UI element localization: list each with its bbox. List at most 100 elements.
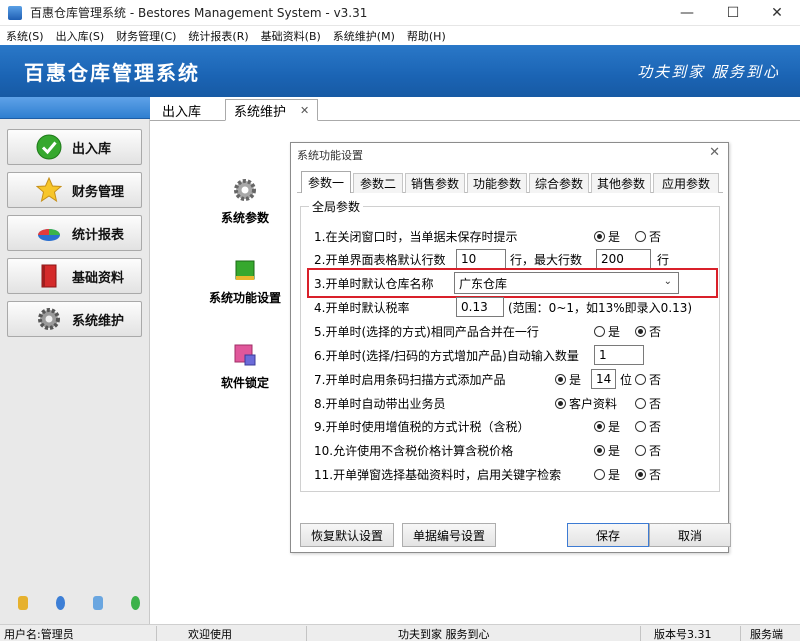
radio-label: 是 [608,443,621,458]
function-system-settings[interactable]: 系统功能设置 [200,257,290,306]
minimize-button[interactable]: — [664,0,710,26]
sidebar-item-label: 基础资料 [72,270,125,286]
maximize-button[interactable]: ☐ [710,0,756,26]
barcode-length-input[interactable]: 14 [591,369,616,389]
function-system-params[interactable]: 系统参数 [200,177,290,226]
tab-stock[interactable]: 出入库 [154,99,209,121]
option-6-label: 6.开单时(选择/扫码的方式增加产品)自动输入数量 [314,348,579,363]
status-bar: 用户名:管理员 欢迎使用 功夫到家 服务到心 版本号3.31 服务端 [0,624,800,641]
option-7-no-radio[interactable]: 否 [635,369,661,389]
tab-params-1[interactable]: 参数一 [301,171,351,193]
radio-label: 是 [608,324,621,339]
header-slogan: 功夫到家 服务到心 [637,63,780,81]
tab-close-icon[interactable]: ✕ [300,104,309,117]
tab-label: 出入库 [162,104,202,120]
radio-label: 否 [649,229,662,244]
option-10-yes-radio[interactable]: 是 [594,440,620,460]
option-11-no-radio[interactable]: 否 [635,464,661,484]
option-1-no-radio[interactable]: 否 [635,226,661,246]
radio-dot [555,397,566,409]
menu-basic-data[interactable]: 基础资料(B) [261,28,321,44]
option-10-label: 10.允许使用不含税价格计算含税价格 [314,443,514,458]
tab-sales-params[interactable]: 销售参数 [405,173,465,193]
monitor-icon[interactable] [93,596,103,610]
radio-label: 客户资料 [569,396,618,411]
option-7-yes-radio[interactable]: 是 [555,369,581,389]
settings-dialog: 系统功能设置 ✕ 参数一 参数二 销售参数 功能参数 综合参数 其他参数 应用参… [290,142,731,553]
status-welcome: 欢迎使用 [188,628,232,641]
default-warehouse-select[interactable]: 广东仓库 ⌄ [454,272,679,294]
radio-dot [594,325,605,337]
menu-help[interactable]: 帮助(H) [407,28,446,44]
clock-icon[interactable] [55,596,65,610]
tab-app-params[interactable]: 应用参数 [653,173,719,193]
option-9-no-radio[interactable]: 否 [635,416,661,436]
option-9-label: 9.开单时使用增值税的方式计税（含税） [314,419,530,434]
main-tab-strip: 出入库 系统维护 ✕ [150,97,800,121]
option-10-no-radio[interactable]: 否 [635,440,661,460]
close-button[interactable]: ✕ [754,0,800,26]
option-8-no-radio[interactable]: 否 [635,393,661,413]
option-5-no-radio[interactable]: 否 [635,321,661,341]
auto-quantity-input[interactable]: 1 [594,345,644,365]
default-rows-input[interactable]: 10 [456,249,506,269]
sidebar-item-basic-data[interactable]: 基础资料 [7,258,142,294]
app-icon [8,5,22,20]
cancel-button[interactable]: 取消 [649,523,731,547]
status-separator [306,626,307,641]
max-rows-input[interactable]: 200 [596,249,651,269]
function-label: 系统参数 [220,211,269,225]
lock-app-icon [232,342,258,368]
option-1-yes-radio[interactable]: 是 [594,226,620,246]
tab-other-params[interactable]: 其他参数 [591,173,651,193]
numbering-settings-button[interactable]: 单据编号设置 [402,523,496,547]
dialog-title: 系统功能设置 [297,149,363,162]
option-9-yes-radio[interactable]: 是 [594,416,620,436]
radio-label: 否 [649,372,662,387]
restore-defaults-button[interactable]: 恢复默认设置 [300,523,394,547]
menu-stock[interactable]: 出入库(S) [56,28,105,44]
status-version: 版本号3.31 [654,628,712,641]
sidebar-item-finance[interactable]: 财务管理 [7,172,142,208]
tab-maintenance[interactable]: 系统维护 ✕ [225,99,319,121]
radio-dot [594,444,605,456]
sidebar-item-maintenance[interactable]: 系统维护 [7,301,142,337]
dialog-close-icon[interactable]: ✕ [709,145,720,160]
pencil-icon[interactable] [18,596,28,610]
sidebar-item-stock[interactable]: 出入库 [7,129,142,165]
function-software-lock[interactable]: 软件锁定 [200,342,290,391]
window-title: 百惠仓库管理系统 - Bestores Management System - … [30,6,368,20]
tax-rate-input[interactable]: 0.13 [456,297,504,317]
option-3-label: 3.开单时默认仓库名称 [314,276,434,291]
radio-label: 否 [649,467,662,482]
tab-params-2[interactable]: 参数二 [353,173,403,193]
option-1-label: 1.在关闭窗口时，当单据未保存时提示 [314,229,518,244]
sidebar-bottom-toolbar [0,590,150,616]
tab-general-params[interactable]: 综合参数 [529,173,589,193]
app-name: 百惠仓库管理系统 [24,61,200,85]
menu-maintenance[interactable]: 系统维护(M) [333,28,395,44]
app-header: 百惠仓库管理系统 功夫到家 服务到心 [0,45,800,97]
menu-bar: 系统(S) 出入库(S) 财务管理(C) 统计报表(R) 基础资料(B) 系统维… [0,26,800,45]
option-8-customer-radio[interactable]: 客户资料 [555,393,617,413]
option-11-yes-radio[interactable]: 是 [594,464,620,484]
tab-function-params[interactable]: 功能参数 [467,173,527,193]
radio-label: 否 [649,443,662,458]
radio-dot [635,230,646,242]
back-arrow-icon[interactable] [130,596,140,610]
title-bar: 百惠仓库管理系统 - Bestores Management System - … [0,0,800,26]
radio-dot [594,230,605,242]
radio-dot [635,420,646,432]
max-rows-unit-label: 行 [657,252,670,267]
menu-system[interactable]: 系统(S) [6,28,44,44]
option-5-yes-radio[interactable]: 是 [594,321,620,341]
menu-reports[interactable]: 统计报表(R) [188,28,248,44]
barcode-unit-label: 位 [620,372,633,387]
save-button[interactable]: 保存 [567,523,649,547]
option-2-label: 2.开单界面表格默认行数 [314,252,446,267]
menu-finance[interactable]: 财务管理(C) [116,28,176,44]
option-7-label: 7.开单时启用条码扫描方式添加产品 [314,372,506,387]
radio-dot [635,468,646,480]
sidebar-item-reports[interactable]: 统计报表 [7,215,142,251]
group-title: 全局参数 [309,198,364,215]
